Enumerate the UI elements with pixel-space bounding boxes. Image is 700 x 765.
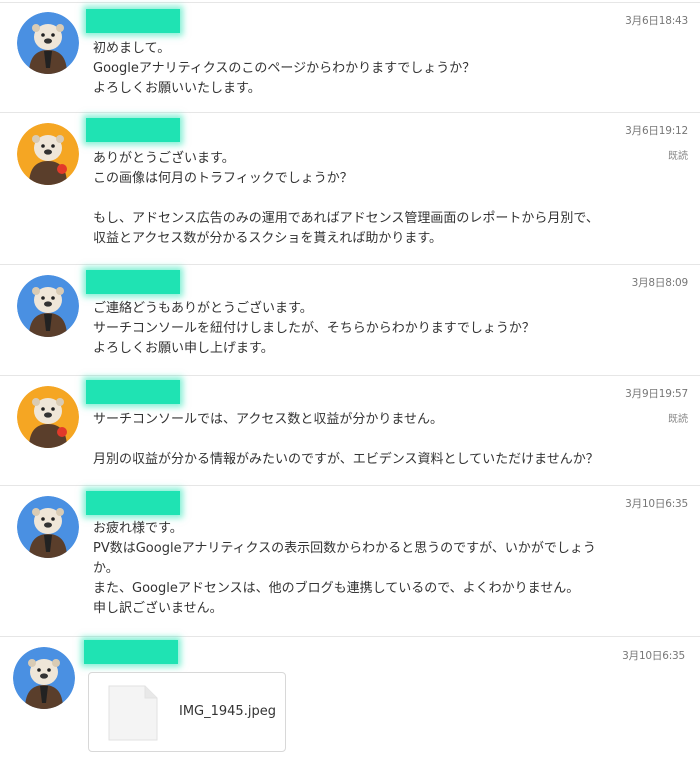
message-item: 3月10日6:35 お疲れ様です。 PV数はGoogleアナリティクスの表示回数… <box>0 485 700 636</box>
sender-name-redacted <box>86 118 180 142</box>
otter-avatar-icon <box>17 12 79 74</box>
sender-name-redacted <box>86 380 180 404</box>
message-line: か。 <box>93 561 119 576</box>
message-line: 初めまして。 <box>93 41 171 56</box>
sender-name-redacted <box>86 491 180 515</box>
otter-avatar-icon <box>17 496 79 558</box>
message-time: 3月8日8:09 <box>631 277 689 289</box>
sender-name-redacted <box>86 9 180 33</box>
message-line: 申し訳ございません。 <box>93 601 223 616</box>
message-line: よろしくお願いいたします。 <box>93 81 261 96</box>
avatar[interactable] <box>17 12 79 74</box>
sender-name-redacted <box>86 270 180 294</box>
file-icon <box>108 685 158 741</box>
message-line: お疲れ様です。 <box>93 521 183 536</box>
message-line: 月別の収益が分かる情報がみたいのですが、エビデンス資料としていただけませんか？ <box>93 452 599 467</box>
message-line <box>93 430 653 450</box>
message-time: 3月6日18:43 <box>625 15 688 27</box>
message-line: Googleアナリティクスのこのページからわかりますでしょうか？ <box>93 61 476 76</box>
message-item: 3月10日6:35 IMG_1945.jpeg <box>0 636 700 765</box>
otter-avatar-icon <box>17 386 79 448</box>
message-line: ありがとうございます。 <box>93 151 235 166</box>
message-time: 3月10日6:35 <box>625 498 688 510</box>
avatar[interactable] <box>17 386 79 448</box>
otter-avatar-icon <box>13 647 75 709</box>
message-item: 3月8日8:09 ご連絡どうもありがとうございます。 サーチコンソールを紐付けし… <box>0 264 700 375</box>
message-time: 3月10日6:35 <box>622 650 685 662</box>
otter-avatar-icon <box>17 275 79 337</box>
otter-avatar-icon <box>17 123 79 185</box>
message-line <box>93 189 653 209</box>
avatar[interactable] <box>17 496 79 558</box>
message-line: もし、アドセンス広告のみの運用であればアドセンス管理画面のレポートから月別で、 <box>93 211 599 226</box>
message-thread: 3月6日18:43 初めまして。 Googleアナリティクスのこのページからわか… <box>0 0 700 765</box>
file-attachment[interactable]: IMG_1945.jpeg <box>88 672 286 752</box>
message-body: お疲れ様です。 PV数はGoogleアナリティクスの表示回数からわかると思うので… <box>93 519 653 619</box>
attachment-filename[interactable]: IMG_1945.jpeg <box>179 704 276 719</box>
avatar[interactable] <box>17 123 79 185</box>
read-status: 既読 <box>668 414 688 425</box>
message-body: 初めまして。 Googleアナリティクスのこのページからわかりますでしょうか？ … <box>93 39 653 99</box>
message-time: 3月6日19:12 <box>625 125 688 137</box>
message-line: ご連絡どうもありがとうございます。 <box>93 301 313 316</box>
read-status: 既読 <box>668 151 688 162</box>
message-line: また、Googleアドセンスは、他のブログも連携しているので、よくわかりません。 <box>93 581 580 596</box>
message-time: 3月9日19:57 <box>625 388 688 400</box>
message-line: PV数はGoogleアナリティクスの表示回数からわかると思うのですが、いかがでし… <box>93 541 596 556</box>
sender-name-redacted <box>84 640 178 664</box>
avatar[interactable] <box>17 275 79 337</box>
message-body: ありがとうございます。 この画像は何月のトラフィックでしょうか？ もし、アドセン… <box>93 149 653 249</box>
message-item: 3月9日19:57 既読 サーチコンソールでは、アクセス数と収益が分かりません。… <box>0 375 700 485</box>
message-line: サーチコンソールを紐付けしましたが、そちらからわかりますでしょうか？ <box>93 321 535 336</box>
message-body: ご連絡どうもありがとうございます。 サーチコンソールを紐付けしましたが、そちらか… <box>93 299 653 359</box>
message-line: 収益とアクセス数が分かるスクショを貰えれば助かります。 <box>93 231 443 246</box>
message-body: サーチコンソールでは、アクセス数と収益が分かりません。 月別の収益が分かる情報が… <box>93 410 653 470</box>
avatar[interactable] <box>13 647 75 709</box>
message-line: サーチコンソールでは、アクセス数と収益が分かりません。 <box>93 412 443 427</box>
message-item: 3月6日19:12 既読 ありがとうございます。 この画像は何月のトラフィックで… <box>0 112 700 264</box>
message-line: この画像は何月のトラフィックでしょうか？ <box>93 171 353 186</box>
message-line: よろしくお願い申し上げます。 <box>93 341 274 356</box>
message-item: 3月6日18:43 初めまして。 Googleアナリティクスのこのページからわか… <box>0 2 700 112</box>
